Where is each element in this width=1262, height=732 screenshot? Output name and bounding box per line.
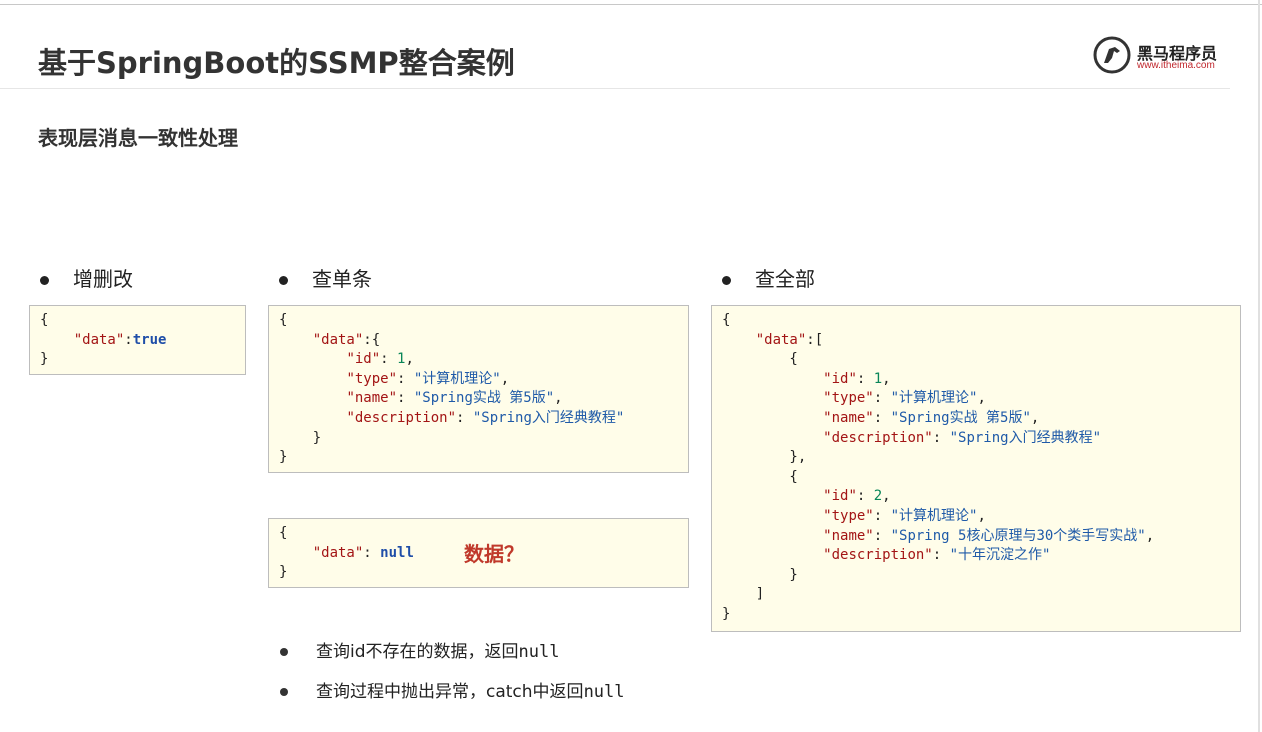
- json-key: "type": [823, 507, 874, 524]
- bullet-dot: [280, 688, 288, 696]
- title-rule: [0, 88, 1230, 89]
- json-key: "id": [346, 351, 381, 368]
- json-key: "name": [823, 527, 874, 544]
- brand-url: www.itheima.com: [1137, 60, 1215, 71]
- bullet-dot: [280, 648, 288, 656]
- json-key: "type": [346, 370, 398, 387]
- json-value: 1: [873, 370, 883, 387]
- json-value: "计算机理论": [890, 390, 978, 407]
- right-edge: [1258, 0, 1260, 732]
- code-box-single: { "data":{ "id": 1, "type": "计算机理论", "na…: [268, 305, 689, 473]
- json-value: "十年沉淀之作": [949, 547, 1051, 564]
- note-exception: 查询过程中抛出异常，catch中返回null: [280, 677, 625, 702]
- json-value: "Spring实战 第5版": [890, 409, 1031, 426]
- json-value: "Spring 5核心原理与30个类手写实战": [890, 527, 1146, 544]
- json-key: "description": [823, 547, 933, 564]
- column-label-single: 查单条: [279, 263, 372, 292]
- json-value: 2: [873, 488, 883, 505]
- json-value: "Spring入门经典教程": [949, 429, 1102, 446]
- json-value: "Spring实战 第5版": [413, 390, 555, 407]
- json-key: "name": [823, 409, 874, 426]
- json-key: "data": [755, 331, 807, 348]
- slide-title: 基于SpringBoot的SSMP整合案例: [38, 46, 515, 80]
- json-key: "description": [346, 409, 457, 426]
- json-key: "id": [823, 370, 857, 387]
- json-value: "计算机理论": [890, 507, 978, 524]
- data-question-callout: 数据？: [464, 542, 524, 566]
- code-box-crud: { "data":true }: [29, 305, 246, 375]
- column-label-all: 查全部: [722, 263, 815, 292]
- json-value: "Spring入门经典教程": [472, 409, 625, 426]
- bullet-dot: [279, 276, 288, 285]
- json-value: 1: [397, 351, 406, 368]
- json-key: "id": [823, 488, 857, 505]
- code-crud: { "data":true }: [40, 312, 167, 368]
- code-single: { "data":{ "id": 1, "type": "计算机理论", "na…: [279, 312, 625, 466]
- column-label-crud: 增删改: [40, 263, 133, 292]
- section-heading: 表现层消息一致性处理: [38, 126, 238, 150]
- note-not-found: 查询id不存在的数据，返回null: [280, 637, 559, 662]
- json-key: "description": [823, 429, 933, 446]
- json-key: "name": [346, 390, 398, 407]
- json-key: "type": [823, 390, 874, 407]
- json-value: "计算机理论": [413, 370, 501, 387]
- code-box-all: { "data":[ { "id": 1, "type": "计算机理论", "…: [711, 305, 1241, 632]
- top-divider: [0, 4, 1262, 5]
- json-key: "data": [312, 331, 364, 348]
- bullet-dot: [722, 276, 731, 285]
- bullet-dot: [40, 276, 49, 285]
- code-all: { "data":[ { "id": 1, "type": "计算机理论", "…: [722, 312, 1155, 622]
- horse-logo-icon: [1093, 36, 1131, 74]
- brand-logo: 黑马程序员 www.itheima.com: [1093, 36, 1233, 76]
